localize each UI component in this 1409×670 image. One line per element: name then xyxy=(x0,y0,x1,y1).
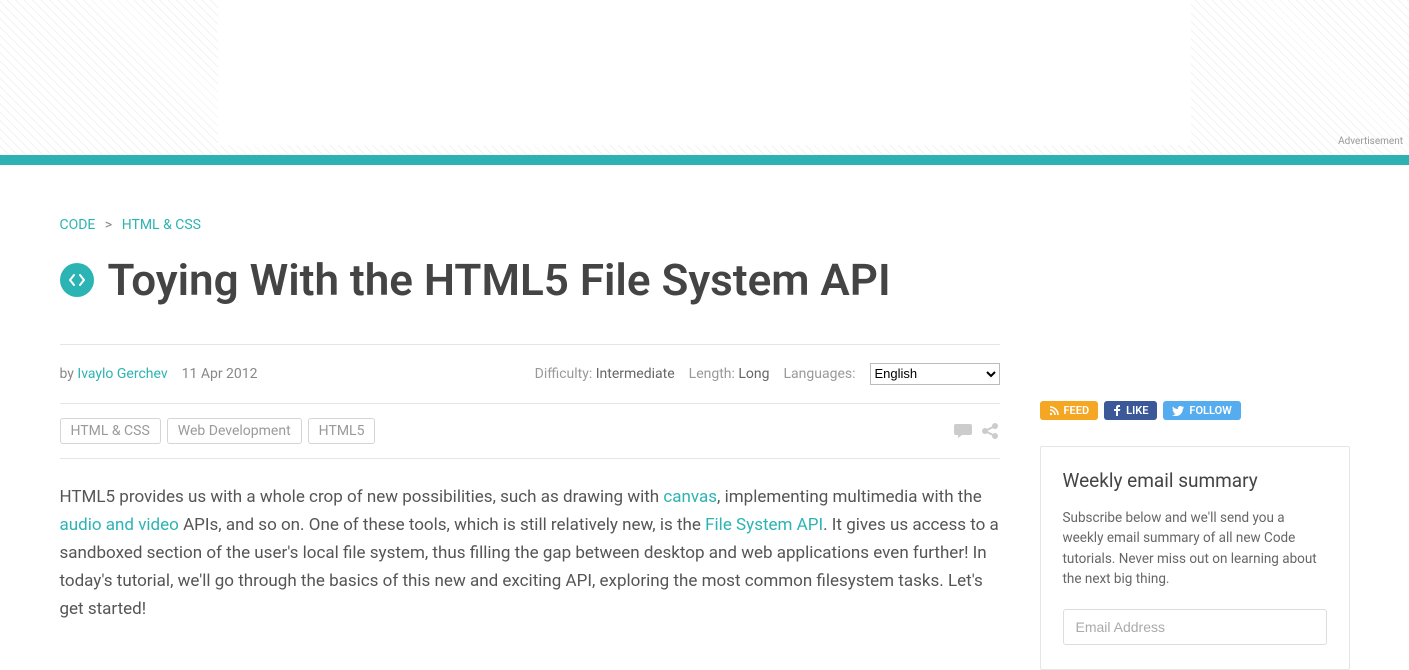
accent-bar xyxy=(0,155,1409,165)
share-icon[interactable] xyxy=(980,422,1000,440)
tag-html-css[interactable]: HTML & CSS xyxy=(60,418,161,444)
facebook-icon xyxy=(1113,405,1121,416)
ad-banner-area: Advertisement xyxy=(0,0,1409,155)
length-value: Long xyxy=(738,366,769,382)
breadcrumb-root[interactable]: CODE xyxy=(60,217,96,233)
ad-slot xyxy=(218,0,1191,145)
breadcrumb-leaf[interactable]: HTML & CSS xyxy=(122,217,201,233)
difficulty-value: Intermediate xyxy=(596,366,675,382)
tag-html5[interactable]: HTML5 xyxy=(308,418,376,444)
follow-button[interactable]: FOLLOW xyxy=(1163,401,1240,420)
twitter-icon xyxy=(1172,406,1184,416)
length-label: Length: xyxy=(689,366,735,382)
page-title: Toying With the HTML5 File System API xyxy=(108,255,891,306)
newsletter-body: Subscribe below and we'll send you a wee… xyxy=(1063,508,1327,589)
breadcrumb-separator: > xyxy=(105,217,112,233)
tag-list: HTML & CSS Web Development HTML5 xyxy=(60,418,376,444)
language-select[interactable]: English xyxy=(870,363,1000,385)
author-link[interactable]: Ivaylo Gerchev xyxy=(77,366,167,382)
link-canvas[interactable]: canvas xyxy=(663,487,717,507)
comments-icon[interactable] xyxy=(954,422,974,440)
category-badge-icon xyxy=(60,263,94,297)
languages-label: Languages: xyxy=(784,366,856,382)
byline-prefix: by xyxy=(60,366,78,382)
newsletter-heading: Weekly email summary xyxy=(1063,469,1327,492)
tag-web-development[interactable]: Web Development xyxy=(167,418,302,444)
ad-label: Advertisement xyxy=(1338,136,1403,147)
link-audio-video[interactable]: audio and video xyxy=(60,515,179,535)
newsletter-card: Weekly email summary Subscribe below and… xyxy=(1040,446,1350,670)
like-button[interactable]: LIKE xyxy=(1104,401,1157,420)
publish-date: 11 Apr 2012 xyxy=(182,366,258,382)
link-file-system-api[interactable]: File System API xyxy=(705,515,823,535)
difficulty-label: Difficulty: xyxy=(535,366,593,382)
feed-button[interactable]: FEED xyxy=(1040,401,1099,420)
article-intro: HTML5 provides us with a whole crop of n… xyxy=(60,459,1000,623)
rss-icon xyxy=(1049,406,1059,416)
email-field[interactable] xyxy=(1063,609,1327,645)
breadcrumb: CODE > HTML & CSS xyxy=(60,217,1000,233)
